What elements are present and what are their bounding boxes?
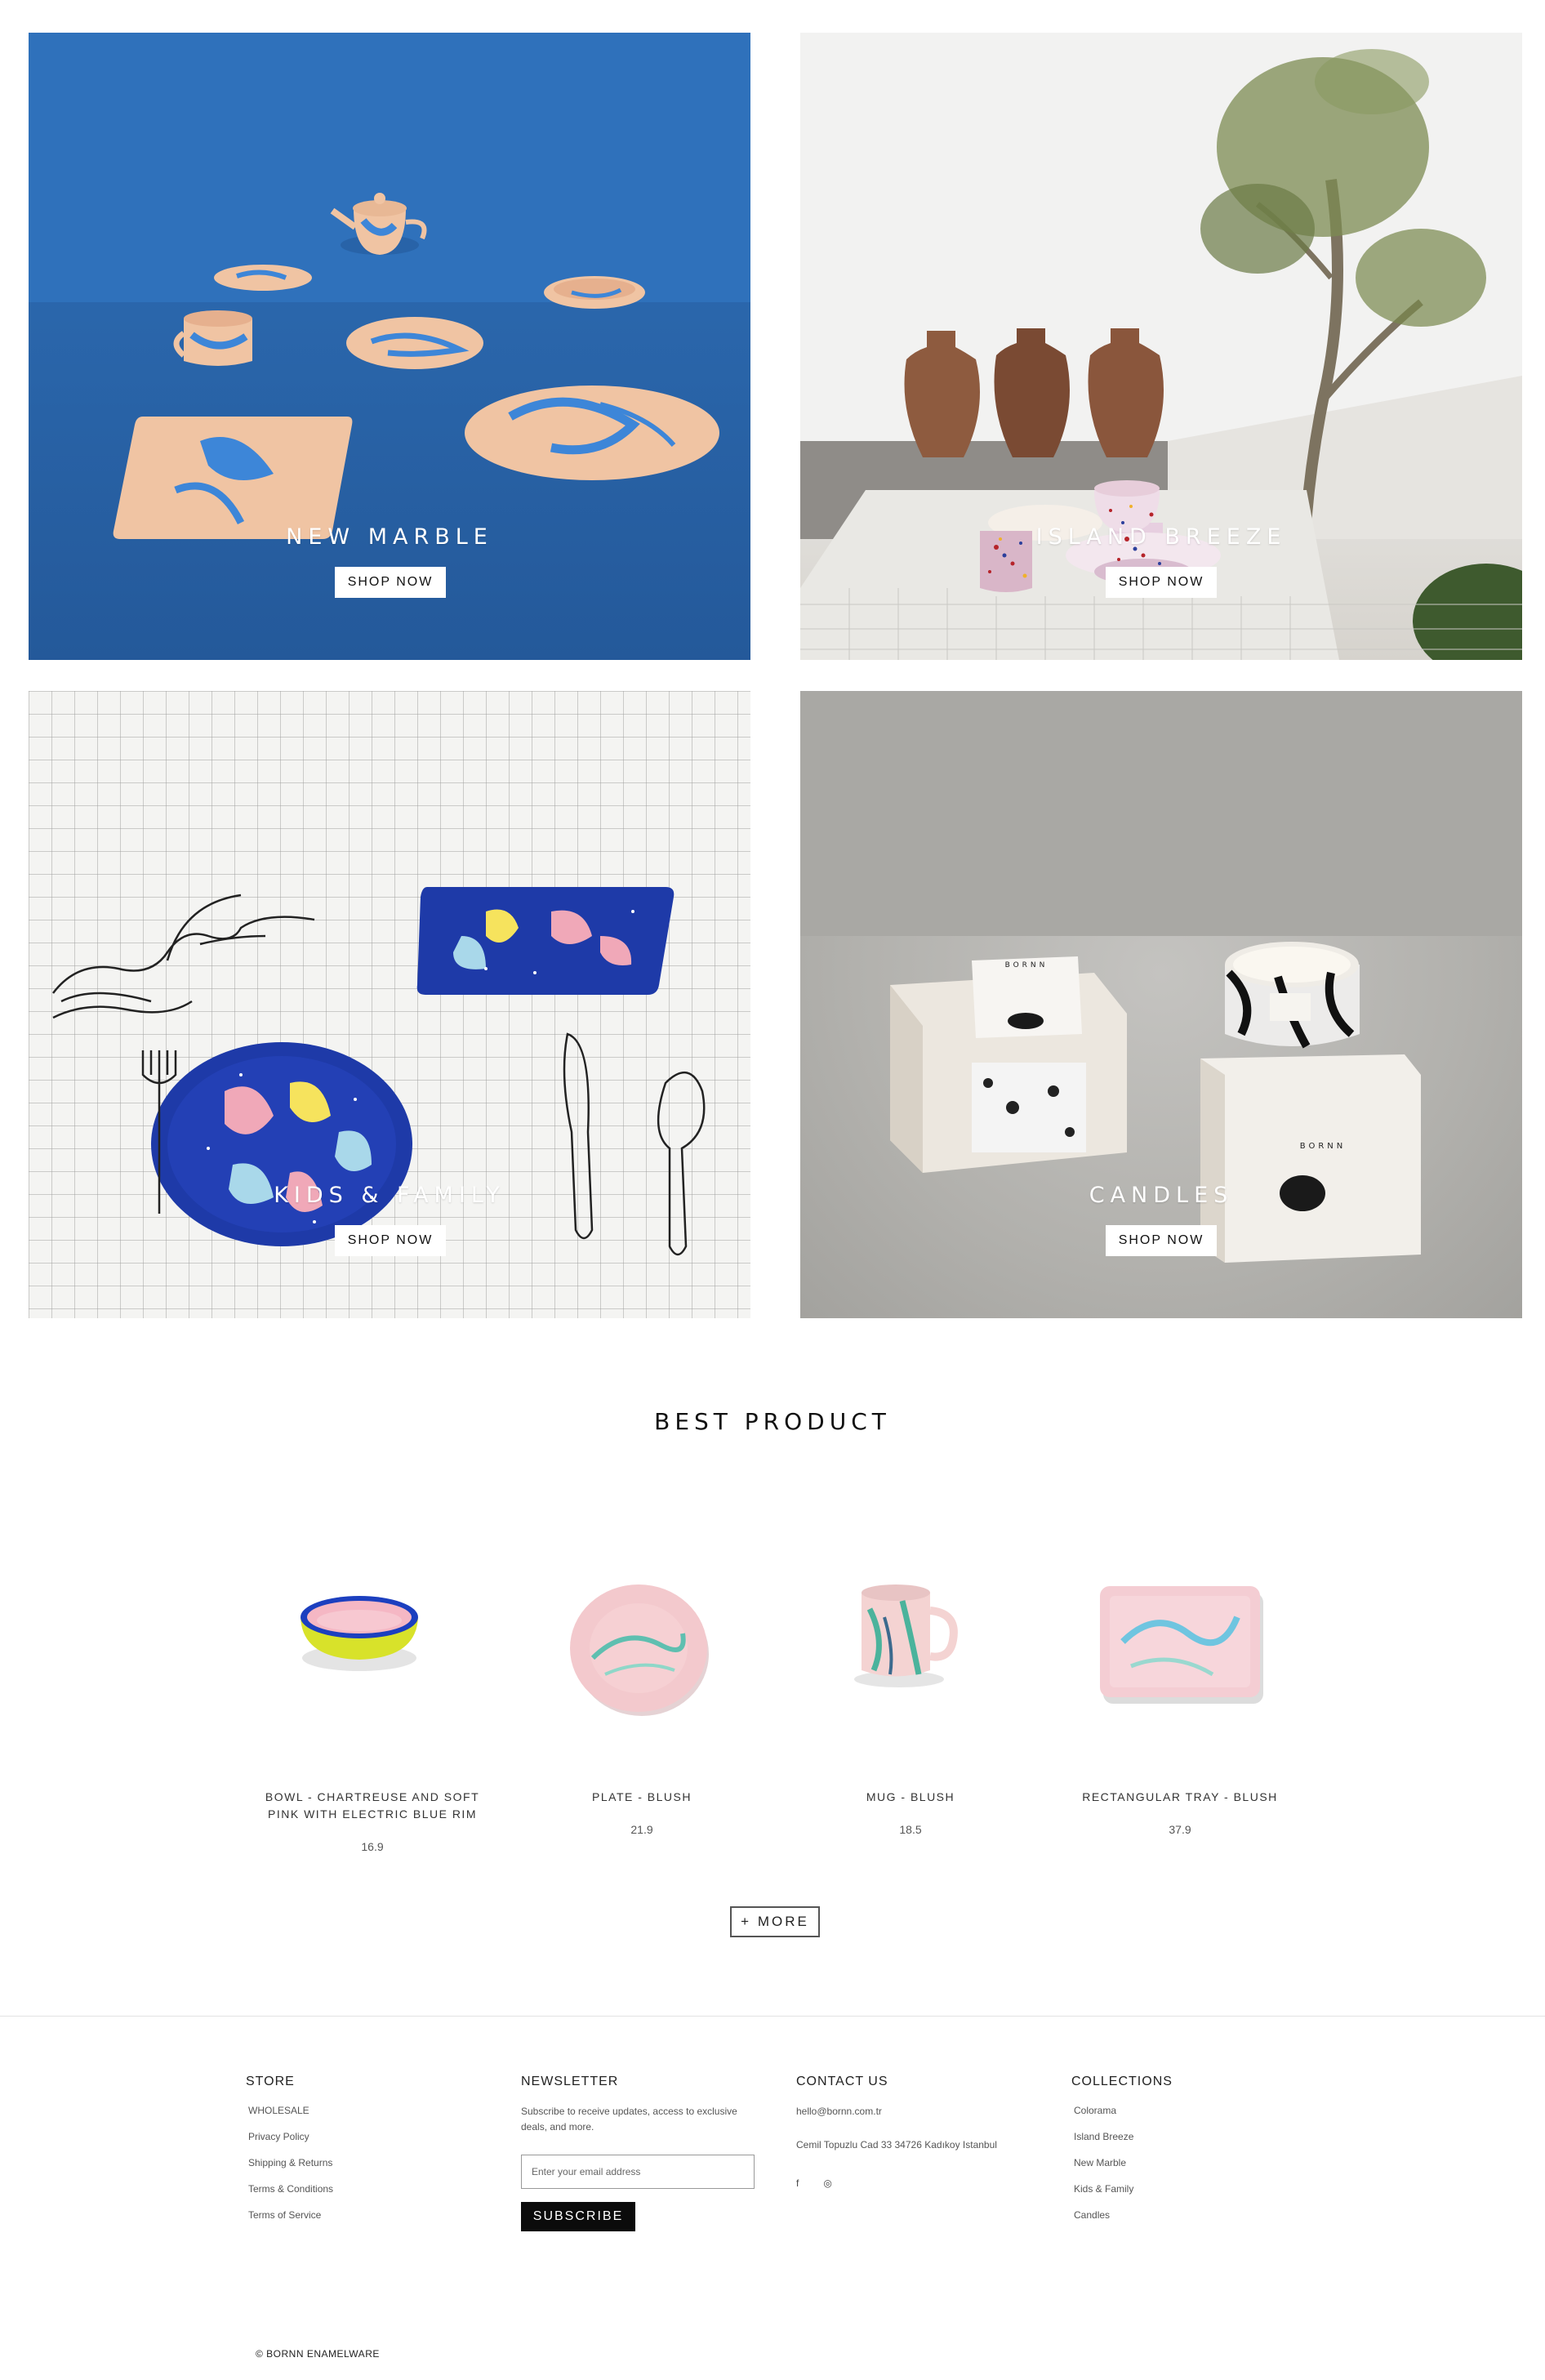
product-price: 18.5	[899, 1823, 922, 1836]
best-product-heading: BEST PRODUCT	[654, 1408, 891, 1435]
footer-link-terms-of-service[interactable]: Terms of Service	[248, 2208, 333, 2235]
tile-title: ISLAND BREEZE	[1035, 524, 1287, 550]
product-card[interactable]: MUG - BLUSH 18.5	[788, 1535, 1033, 1836]
product-card[interactable]: BOWL - CHARTREUSE AND SOFT PINK WITH ELE…	[250, 1535, 495, 1853]
footer-link-island-breeze[interactable]: Island Breeze	[1074, 2130, 1173, 2156]
footer-newsletter-heading: NEWSLETTER	[521, 2075, 619, 2088]
product-price: 16.9	[361, 1840, 384, 1853]
contact-email[interactable]: hello@bornn.com.tr	[796, 2104, 1008, 2119]
footer-contact-heading: CONTACT US	[796, 2075, 888, 2088]
candle-box-brand-label-2: BORNN	[1300, 1142, 1346, 1151]
footer-collections-heading: COLLECTIONS	[1071, 2075, 1173, 2088]
tile-title: NEW MARBLE	[286, 524, 493, 550]
footer-newsletter-column: NEWSLETTER Subscribe to receive updates,…	[521, 2075, 758, 2231]
shop-now-button[interactable]: SHOP NOW	[1106, 1225, 1217, 1256]
tile-title: CANDLES	[1089, 1183, 1234, 1208]
product-image-plate[interactable]	[519, 1535, 764, 1732]
collection-tile-island-breeze[interactable]: ISLAND BREEZE SHOP NOW	[800, 33, 1522, 660]
subscribe-button[interactable]: SUBSCRIBE	[521, 2202, 635, 2231]
instagram-icon[interactable]: ◎	[823, 2177, 831, 2189]
product-name[interactable]: PLATE - BLUSH	[519, 1789, 764, 1806]
product-image-tray[interactable]	[1057, 1535, 1302, 1732]
shop-now-button[interactable]: SHOP NOW	[335, 567, 446, 598]
product-card[interactable]: RECTANGULAR TRAY - BLUSH 37.9	[1057, 1535, 1302, 1836]
product-image-mug[interactable]	[788, 1535, 1033, 1732]
footer-link-colorama[interactable]: Colorama	[1074, 2104, 1173, 2130]
collection-tile-new-marble[interactable]: NEW MARBLE SHOP NOW	[29, 33, 750, 660]
candle-box-brand-label-1: BORNN	[1005, 961, 1049, 969]
new-marble-photo	[29, 33, 750, 539]
social-links: f ◎	[796, 2177, 1008, 2189]
footer-store-column: STORE WHOLESALE Privacy Policy Shipping …	[246, 2075, 333, 2235]
candles-photo: BORNN BORNN	[800, 691, 1522, 1263]
newsletter-description: Subscribe to receive updates, access to …	[521, 2106, 737, 2133]
product-name[interactable]: RECTANGULAR TRAY - BLUSH	[1057, 1789, 1302, 1806]
footer-store-heading: STORE	[246, 2075, 295, 2088]
kids-family-photo	[29, 691, 750, 1318]
product-card[interactable]: PLATE - BLUSH 21.9	[519, 1535, 764, 1836]
footer-link-terms-conditions[interactable]: Terms & Conditions	[248, 2182, 333, 2208]
collection-tile-candles[interactable]: BORNN BORNN CANDLES SHOP NOW	[800, 691, 1522, 1318]
footer-link-candles[interactable]: Candles	[1074, 2208, 1173, 2235]
footer-link-shipping-returns[interactable]: Shipping & Returns	[248, 2156, 333, 2182]
footer-contact-column: CONTACT US hello@bornn.com.tr Cemil Topu…	[796, 2075, 1008, 2189]
product-image-bowl[interactable]	[250, 1535, 495, 1732]
footer-link-privacy-policy[interactable]: Privacy Policy	[248, 2130, 333, 2156]
product-name[interactable]: MUG - BLUSH	[788, 1789, 1033, 1806]
shop-now-button[interactable]: SHOP NOW	[335, 1225, 446, 1256]
product-price: 21.9	[630, 1823, 653, 1836]
copyright-text: © BORNN ENAMELWARE	[256, 2348, 380, 2360]
product-name[interactable]: BOWL - CHARTREUSE AND SOFT PINK WITH ELE…	[250, 1789, 495, 1823]
tile-title: KIDS & FAMILY	[274, 1183, 505, 1208]
product-price: 37.9	[1169, 1823, 1191, 1836]
newsletter-email-input[interactable]	[521, 2155, 755, 2189]
collection-tile-kids-family[interactable]: KIDS & FAMILY SHOP NOW	[29, 691, 750, 1318]
footer-link-new-marble[interactable]: New Marble	[1074, 2156, 1173, 2182]
facebook-icon[interactable]: f	[796, 2177, 799, 2189]
shop-now-button[interactable]: SHOP NOW	[1106, 567, 1217, 598]
contact-address: Cemil Topuzlu Cad 33 34726 Kadıkoy Istan…	[796, 2139, 997, 2150]
footer-link-wholesale[interactable]: WHOLESALE	[248, 2104, 333, 2130]
more-button[interactable]: + MORE	[730, 1906, 820, 1937]
footer-collections-column: COLLECTIONS Colorama Island Breeze New M…	[1071, 2075, 1173, 2235]
footer-divider	[0, 2016, 1545, 2017]
footer-link-kids-family[interactable]: Kids & Family	[1074, 2182, 1173, 2208]
island-breeze-photo	[800, 33, 1522, 660]
